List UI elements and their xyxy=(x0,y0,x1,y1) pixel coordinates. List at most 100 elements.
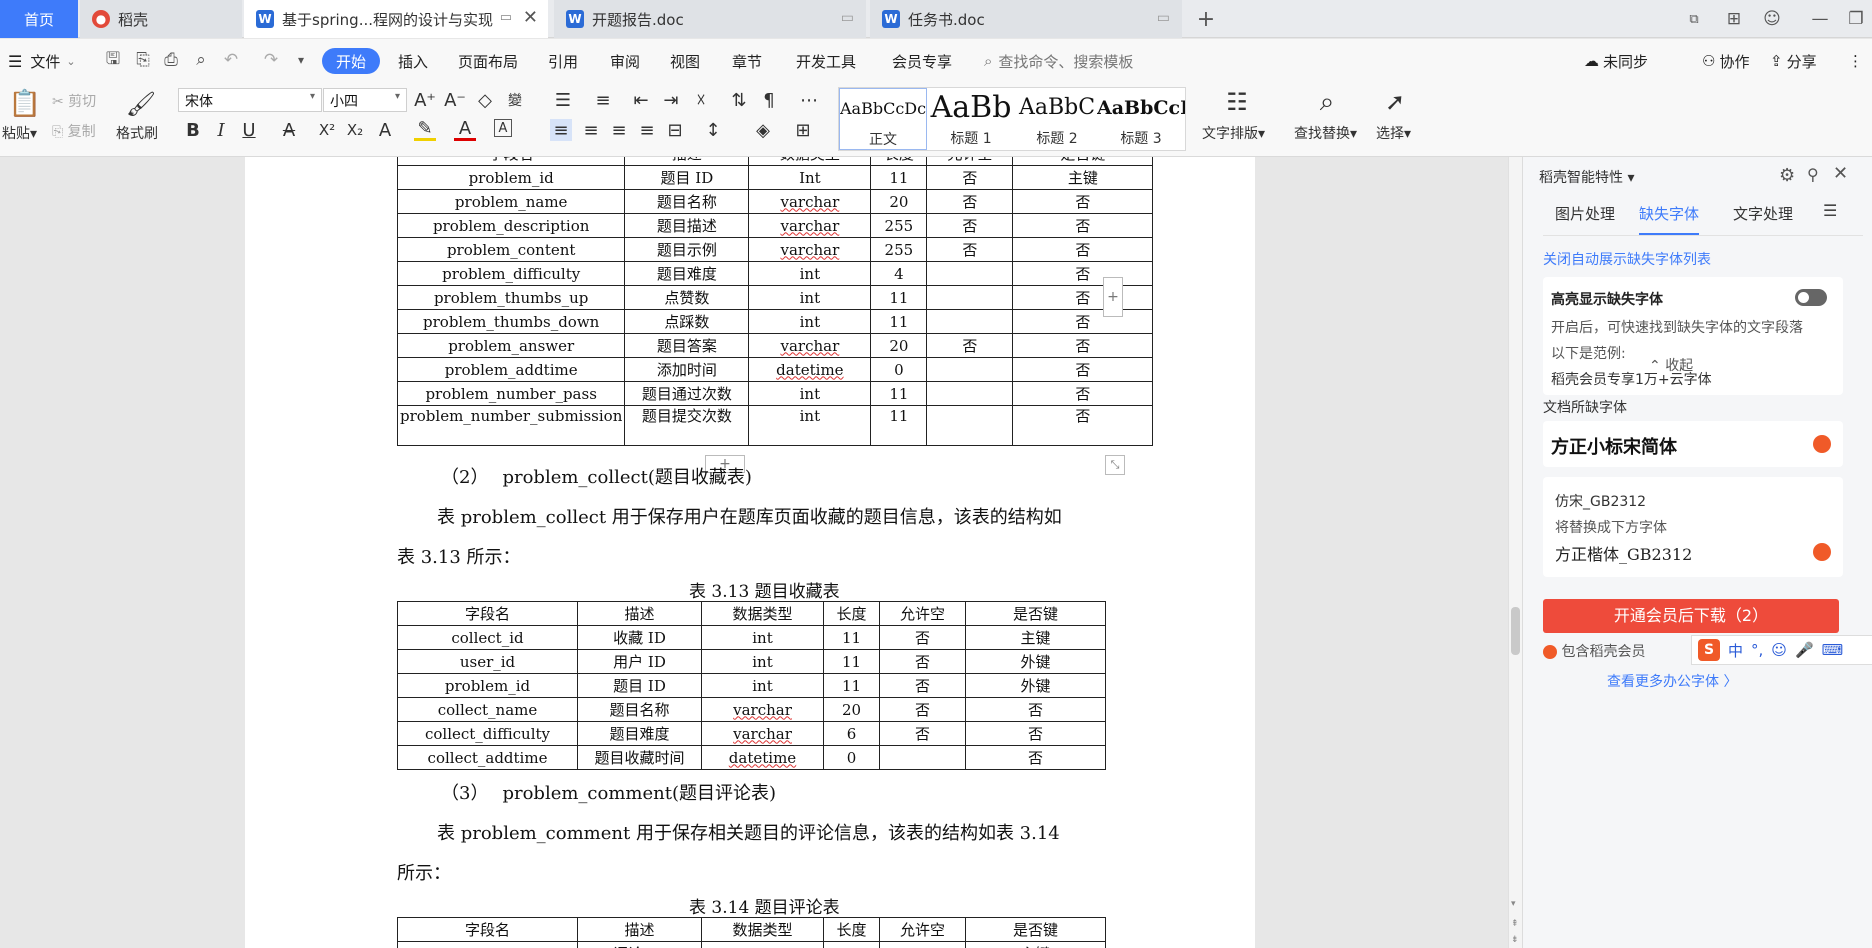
justify-icon[interactable]: ≡ xyxy=(636,119,658,141)
table-cell[interactable] xyxy=(397,941,578,948)
show-marks-icon[interactable]: ¶ xyxy=(758,89,780,111)
screen-icon[interactable]: ▭ xyxy=(1157,10,1170,26)
cursor-icon[interactable]: ➚ xyxy=(1380,87,1410,117)
shading-icon[interactable]: ◈ xyxy=(752,119,774,141)
add-column-button[interactable]: + xyxy=(1103,277,1123,317)
table-cell[interactable]: 否 xyxy=(926,237,1014,262)
avatar[interactable]: ☺ xyxy=(1758,6,1786,32)
table-cell[interactable]: 11 xyxy=(870,165,928,190)
find-replace-icon[interactable]: ⌕ xyxy=(1312,87,1342,117)
copy-button[interactable]: ⎘ 复制 xyxy=(52,121,96,141)
close-panel-icon[interactable]: ✕ xyxy=(1833,163,1848,184)
table-cell[interactable]: 255 xyxy=(870,213,928,238)
table-cell[interactable]: 题目 ID xyxy=(577,673,702,698)
table-cell[interactable]: int xyxy=(748,261,872,286)
prev-page-icon[interactable]: ⇞ xyxy=(1511,919,1519,929)
sync-status[interactable]: ☁ 未同步 xyxy=(1584,48,1648,74)
table-header-cell[interactable]: 允许空 xyxy=(926,157,1014,166)
table-header-cell[interactable]: 长度 xyxy=(823,917,880,942)
table-header-cell[interactable]: 数据类型 xyxy=(748,157,872,166)
select-button[interactable]: 选择▾ xyxy=(1376,123,1411,143)
table-cell[interactable]: int xyxy=(748,309,872,334)
table-cell[interactable]: Int xyxy=(748,165,872,190)
table-cell[interactable]: datetime xyxy=(701,745,824,770)
menu-start[interactable]: 开始 xyxy=(322,48,381,74)
table-cell[interactable]: 题目 ID xyxy=(624,165,750,190)
missing-font-item-1[interactable]: 方正小标宋简体 xyxy=(1543,421,1843,467)
table-cell[interactable]: 题目答案 xyxy=(624,333,750,358)
menu-member[interactable]: 会员专享 xyxy=(892,48,952,74)
bold-icon[interactable]: B xyxy=(182,119,204,141)
table-cell[interactable]: 4 xyxy=(870,261,928,286)
table-cell[interactable]: 否 xyxy=(1012,333,1154,358)
table-header-cell[interactable]: 长度 xyxy=(870,157,928,166)
text-layout-button[interactable]: 文字排版▾ xyxy=(1202,123,1265,143)
close-tab-icon[interactable]: ✕ xyxy=(523,7,538,28)
table-cell[interactable]: 否 xyxy=(965,721,1106,746)
table-cell[interactable]: int xyxy=(701,649,824,674)
table-cell[interactable]: 点赞数 xyxy=(624,285,750,310)
highlight-icon[interactable]: ✎ xyxy=(414,118,436,141)
table-cell[interactable]: 否 xyxy=(1012,261,1154,286)
print-preview-icon[interactable]: ⌕ xyxy=(190,49,212,71)
table-cell[interactable]: datetime xyxy=(748,357,872,382)
table-cell[interactable]: problem_number_submission xyxy=(396,405,626,446)
table-cell[interactable]: int xyxy=(748,405,872,446)
table-cell[interactable]: problem_number_pass xyxy=(396,381,626,406)
table-cell[interactable] xyxy=(879,941,966,948)
table-cell[interactable]: 否 xyxy=(926,213,1014,238)
table-cell[interactable]: 外键 xyxy=(965,649,1106,674)
table-cell[interactable] xyxy=(823,941,880,948)
screen-icon[interactable]: ▭ xyxy=(841,10,854,26)
decrease-indent-icon[interactable]: ⇤ xyxy=(630,89,652,111)
table-cell[interactable]: 否 xyxy=(879,673,966,698)
table-cell[interactable]: varchar xyxy=(748,333,872,358)
table-cell[interactable]: 20 xyxy=(870,189,928,214)
table-cell[interactable] xyxy=(926,285,1014,310)
table-cell[interactable]: 11 xyxy=(870,405,928,446)
file-menu[interactable]: ☰ 文件 ⌄ xyxy=(8,48,76,74)
table-header-cell[interactable]: 字段名 xyxy=(397,917,578,942)
ime-lang-label[interactable]: 中 xyxy=(1728,640,1743,661)
new-tab-button[interactable]: + xyxy=(1192,6,1220,32)
clear-format-icon[interactable]: ◇ xyxy=(474,89,496,111)
cut-button[interactable]: ✂ 剪切 xyxy=(52,91,96,111)
table-header-cell[interactable]: 描述 xyxy=(624,157,750,166)
table-cell[interactable]: 否 xyxy=(1012,285,1154,310)
share-button[interactable]: ⇪ 分享 xyxy=(1770,48,1817,74)
command-search[interactable]: ⌕ 查找命令、搜索模板 xyxy=(984,48,1133,74)
close-auto-show-link[interactable]: 关闭自动展示缺失字体列表 xyxy=(1543,249,1711,269)
table-cell[interactable]: 0 xyxy=(823,745,880,770)
panel-menu-icon[interactable]: ☰ xyxy=(1823,201,1837,220)
table-cell[interactable]: collect_id xyxy=(397,625,578,650)
table-header-cell[interactable]: 允许空 xyxy=(879,601,966,626)
save-icon[interactable]: 🖫 xyxy=(102,49,124,71)
table-cell[interactable]: 否 xyxy=(1012,189,1154,214)
align-left-icon[interactable]: ≡ xyxy=(550,119,572,141)
table-cell[interactable]: 11 xyxy=(823,625,880,650)
font-color-icon[interactable]: A xyxy=(454,118,476,141)
increase-indent-icon[interactable]: ⇥ xyxy=(660,89,682,111)
chinese-layout-icon[interactable]: ☓ xyxy=(690,89,712,111)
table-cell[interactable]: problem_id xyxy=(397,673,578,698)
table-cell[interactable] xyxy=(926,357,1014,382)
table-cell[interactable]: 否 xyxy=(1012,237,1154,262)
pinyin-icon[interactable]: 變 xyxy=(504,89,526,111)
table-cell[interactable]: collect_addtime xyxy=(397,745,578,770)
table-header-cell[interactable]: 是否键 xyxy=(965,601,1106,626)
text-effect-icon[interactable]: A xyxy=(374,119,396,141)
table-cell[interactable]: 否 xyxy=(965,745,1106,770)
table-cell[interactable]: collect_difficulty xyxy=(397,721,578,746)
font-name-select[interactable]: 宋体 ▾ xyxy=(178,88,322,112)
minimize-icon[interactable]: — xyxy=(1806,6,1834,32)
text-layout-icon[interactable]: ☷ xyxy=(1222,87,1252,117)
italic-icon[interactable]: I xyxy=(210,119,232,141)
redo-icon[interactable]: ↷ xyxy=(260,49,282,71)
table-header-cell[interactable]: 是否键 xyxy=(965,917,1106,942)
find-replace-button[interactable]: 查找替换▾ xyxy=(1294,123,1357,143)
table-header-cell[interactable]: 字段名 xyxy=(397,601,578,626)
grow-font-icon[interactable]: A⁺ xyxy=(414,89,436,111)
menu-insert[interactable]: 插入 xyxy=(398,48,428,74)
paste-button[interactable]: 粘贴▾ xyxy=(2,123,37,143)
screen-icon[interactable]: ▭ xyxy=(500,10,512,25)
